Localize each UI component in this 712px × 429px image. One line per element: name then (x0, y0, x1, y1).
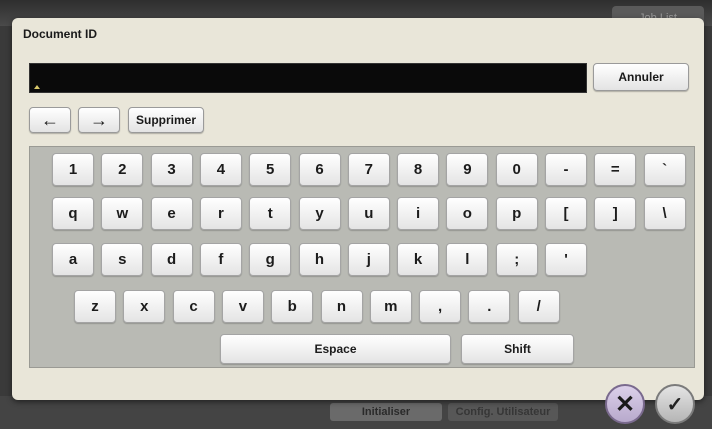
cursor-right-button[interactable]: → (78, 107, 120, 133)
key[interactable]: 1 (52, 153, 94, 186)
key[interactable]: q (52, 197, 94, 230)
key[interactable]: = (594, 153, 637, 186)
key[interactable]: 4 (199, 153, 242, 186)
delete-button[interactable]: Supprimer (128, 107, 204, 133)
key[interactable]: j (347, 243, 390, 276)
key[interactable]: ] (594, 197, 637, 230)
key[interactable]: d (150, 243, 193, 276)
key[interactable]: u (347, 197, 390, 230)
key[interactable]: 3 (150, 153, 193, 186)
key[interactable]: ` (643, 153, 686, 186)
key[interactable]: y (298, 197, 341, 230)
key[interactable]: t (249, 197, 292, 230)
key[interactable]: 0 (495, 153, 538, 186)
key[interactable]: 6 (298, 153, 341, 186)
key[interactable]: 9 (446, 153, 489, 186)
key[interactable]: x (123, 290, 166, 323)
key[interactable]: v (221, 290, 264, 323)
key[interactable]: z (74, 290, 116, 323)
key[interactable]: 7 (347, 153, 390, 186)
document-id-input[interactable] (29, 63, 587, 93)
key[interactable]: m (369, 290, 412, 323)
checkmark-icon[interactable]: ✓ (655, 384, 695, 424)
key[interactable]: a (52, 243, 94, 276)
key[interactable]: o (446, 197, 489, 230)
key[interactable]: c (172, 290, 215, 323)
cursor-left-button[interactable]: ← (29, 107, 71, 133)
key[interactable]: e (150, 197, 193, 230)
key[interactable]: ' (545, 243, 587, 276)
key[interactable]: ; (495, 243, 538, 276)
key[interactable]: n (320, 290, 363, 323)
key[interactable]: 8 (397, 153, 440, 186)
key[interactable]: w (101, 197, 144, 230)
key[interactable]: - (545, 153, 587, 186)
key[interactable]: \ (643, 197, 686, 230)
space-key[interactable]: Espace (220, 334, 451, 364)
key[interactable]: k (397, 243, 440, 276)
virtual-keyboard: Espace Shift 1 2 3 4 5 6 7 8 9 0- = ` q w e r t y u i o p[] \ a… (29, 146, 695, 368)
user-settings-button[interactable]: Config. Utilisateur (448, 403, 558, 421)
key[interactable]: / (517, 290, 560, 323)
key[interactable]: h (298, 243, 341, 276)
key[interactable]: 2 (101, 153, 144, 186)
key[interactable]: l (446, 243, 489, 276)
key[interactable]: b (271, 290, 314, 323)
key[interactable]: . (468, 290, 511, 323)
shift-key[interactable]: Shift (461, 334, 574, 364)
key[interactable]: r (199, 197, 242, 230)
close-icon[interactable]: ✕ (605, 384, 645, 424)
key[interactable]: s (101, 243, 144, 276)
reset-button[interactable]: Initialiser (330, 403, 442, 421)
key[interactable]: , (419, 290, 462, 323)
key[interactable]: f (199, 243, 242, 276)
key[interactable]: p (495, 197, 538, 230)
key[interactable]: g (249, 243, 292, 276)
text-cursor (34, 85, 40, 89)
dialog-title: Document ID (23, 27, 98, 41)
cancel-button[interactable]: Annuler (593, 63, 689, 91)
document-id-dialog: Document ID Annuler ← → Supprimer Espace… (12, 18, 704, 400)
key[interactable]: i (397, 197, 440, 230)
key[interactable]: [ (545, 197, 587, 230)
key[interactable]: 5 (249, 153, 292, 186)
